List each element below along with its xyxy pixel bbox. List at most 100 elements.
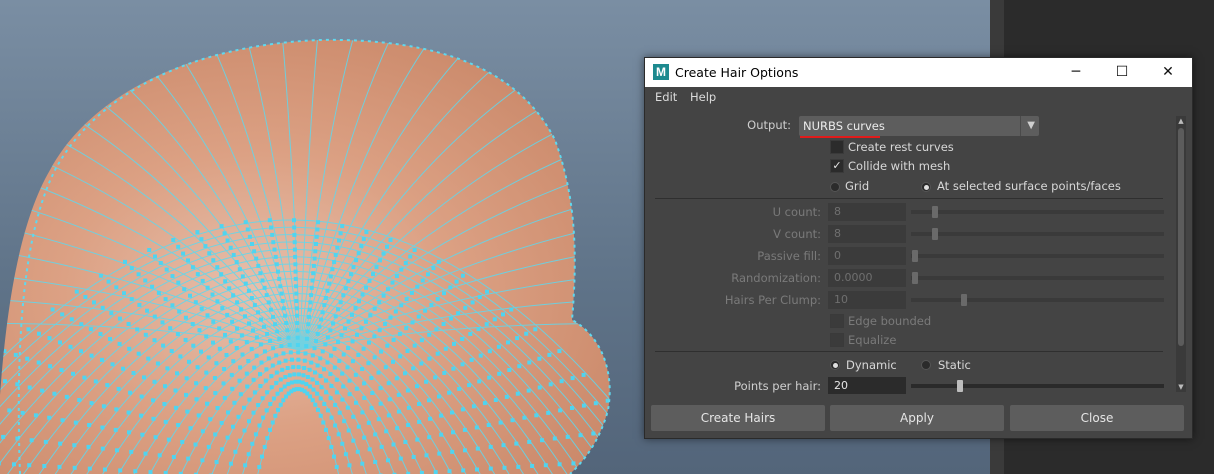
mesh-vertex: [244, 371, 249, 376]
mesh-vertex: [341, 293, 346, 298]
mesh-vertex: [199, 349, 203, 354]
mesh-vertex: [301, 373, 306, 378]
u-count-field[interactable]: 8: [828, 203, 906, 221]
scroll-down-icon[interactable]: ▼: [1176, 382, 1186, 392]
mesh-vertex: [391, 442, 396, 447]
v-count-slider[interactable]: [911, 232, 1164, 236]
mesh-vertex: [347, 463, 352, 468]
mesh-vertex: [258, 384, 263, 388]
mesh-vertex: [247, 234, 252, 239]
mesh-vertex: [305, 329, 310, 334]
mesh-vertex: [186, 258, 190, 263]
mesh-vertex: [293, 269, 298, 274]
mesh-vertex: [385, 343, 390, 348]
points-per-hair-slider-handle[interactable]: [957, 380, 963, 392]
mesh-vertex: [429, 302, 434, 307]
mesh-vertex: [260, 396, 265, 401]
mesh-vertex: [334, 390, 339, 395]
mesh-vertex: [292, 240, 297, 245]
scroll-thumb[interactable]: [1178, 128, 1184, 346]
mesh-vertex: [593, 401, 598, 406]
v-count-field[interactable]: 8: [828, 225, 906, 243]
menu-edit[interactable]: Edit: [655, 90, 677, 104]
mesh-vertex: [427, 332, 432, 337]
mesh-vertex: [427, 356, 432, 361]
mesh-vertex: [477, 379, 482, 384]
mesh-vertex: [100, 425, 105, 430]
mesh-vertex: [169, 349, 174, 353]
mesh-vertex: [467, 383, 472, 388]
grid-radio[interactable]: [830, 182, 840, 192]
mesh-vertex: [236, 414, 241, 419]
surface-points-radio[interactable]: [921, 182, 931, 192]
mesh-vertex: [180, 440, 185, 444]
static-radio[interactable]: [921, 360, 931, 370]
mesh-vertex: [47, 415, 52, 420]
mesh-vertex: [386, 287, 390, 292]
mesh-vertex: [283, 375, 288, 379]
mesh-vertex: [427, 435, 432, 440]
mesh-vertex: [435, 351, 440, 356]
hairs-per-clump-field[interactable]: 10: [828, 291, 906, 309]
mesh-vertex: [215, 265, 220, 270]
mesh-vertex: [515, 336, 520, 341]
mesh-vertex: [439, 432, 444, 437]
mesh-vertex: [220, 447, 225, 452]
create-rest-curves-checkbox[interactable]: [830, 140, 844, 154]
randomization-slider[interactable]: [911, 276, 1164, 280]
mesh-vertex: [399, 303, 404, 308]
options-scrollbar[interactable]: ▲ ▼: [1176, 116, 1186, 392]
points-per-hair-field[interactable]: 20: [828, 377, 906, 394]
apply-button[interactable]: Apply: [830, 405, 1004, 431]
mesh-vertex: [37, 331, 41, 336]
mesh-vertex: [399, 267, 404, 272]
mesh-vertex: [315, 227, 320, 232]
output-dropdown[interactable]: NURBS curves ▼: [799, 116, 1039, 136]
menu-help[interactable]: Help: [690, 90, 716, 104]
edge-bounded-label: Edge bounded: [848, 314, 932, 328]
v-count-slider-handle[interactable]: [932, 228, 938, 240]
randomization-slider-handle[interactable]: [912, 272, 918, 284]
maximize-button[interactable]: ☐: [1099, 58, 1145, 87]
mesh-vertex: [295, 313, 299, 318]
equalize-checkbox[interactable]: [830, 333, 844, 347]
title-bar[interactable]: M Create Hair Options ─ ☐ ✕: [645, 58, 1192, 87]
close-window-button[interactable]: ✕: [1145, 58, 1191, 87]
mesh-vertex: [322, 367, 326, 372]
mesh-vertex: [264, 408, 269, 413]
mesh-vertex: [493, 398, 498, 402]
edge-bounded-checkbox[interactable]: [830, 314, 844, 328]
separator: [655, 198, 1163, 199]
mesh-vertex: [359, 326, 364, 331]
mesh-vertex: [257, 423, 262, 428]
create-hairs-button[interactable]: Create Hairs: [651, 405, 825, 431]
mesh-vertex: [246, 452, 251, 457]
u-count-slider[interactable]: [911, 210, 1164, 214]
dynamic-radio[interactable]: [830, 360, 840, 370]
collide-with-mesh-checkbox[interactable]: ✓: [830, 159, 844, 173]
hairs-per-clump-slider[interactable]: [911, 298, 1164, 302]
mesh-vertex: [234, 260, 239, 265]
mesh-vertex: [376, 417, 381, 422]
passive-fill-field[interactable]: 0: [828, 247, 906, 265]
mesh-vertex: [100, 446, 105, 451]
mesh-vertex: [142, 375, 146, 380]
hairs-per-clump-slider-handle[interactable]: [961, 294, 967, 306]
mesh-vertex: [328, 328, 333, 333]
randomization-field[interactable]: 0.0000: [828, 269, 906, 287]
mesh-vertex: [320, 349, 325, 354]
minimize-button[interactable]: ─: [1053, 58, 1099, 87]
passive-fill-slider[interactable]: [911, 254, 1164, 258]
mesh-vertex: [82, 375, 87, 380]
mesh-vertex: [346, 346, 351, 350]
scroll-up-icon[interactable]: ▲: [1176, 116, 1186, 126]
points-per-hair-slider[interactable]: [911, 384, 1164, 388]
close-button[interactable]: Close: [1010, 405, 1184, 431]
mesh-vertex: [269, 385, 274, 390]
mesh-vertex: [176, 423, 181, 427]
passive-fill-slider-handle[interactable]: [912, 250, 918, 262]
u-count-slider-handle[interactable]: [932, 206, 938, 218]
mesh-vertex: [498, 420, 503, 425]
mesh-vertex: [285, 328, 290, 333]
mesh-vertex: [207, 251, 212, 256]
